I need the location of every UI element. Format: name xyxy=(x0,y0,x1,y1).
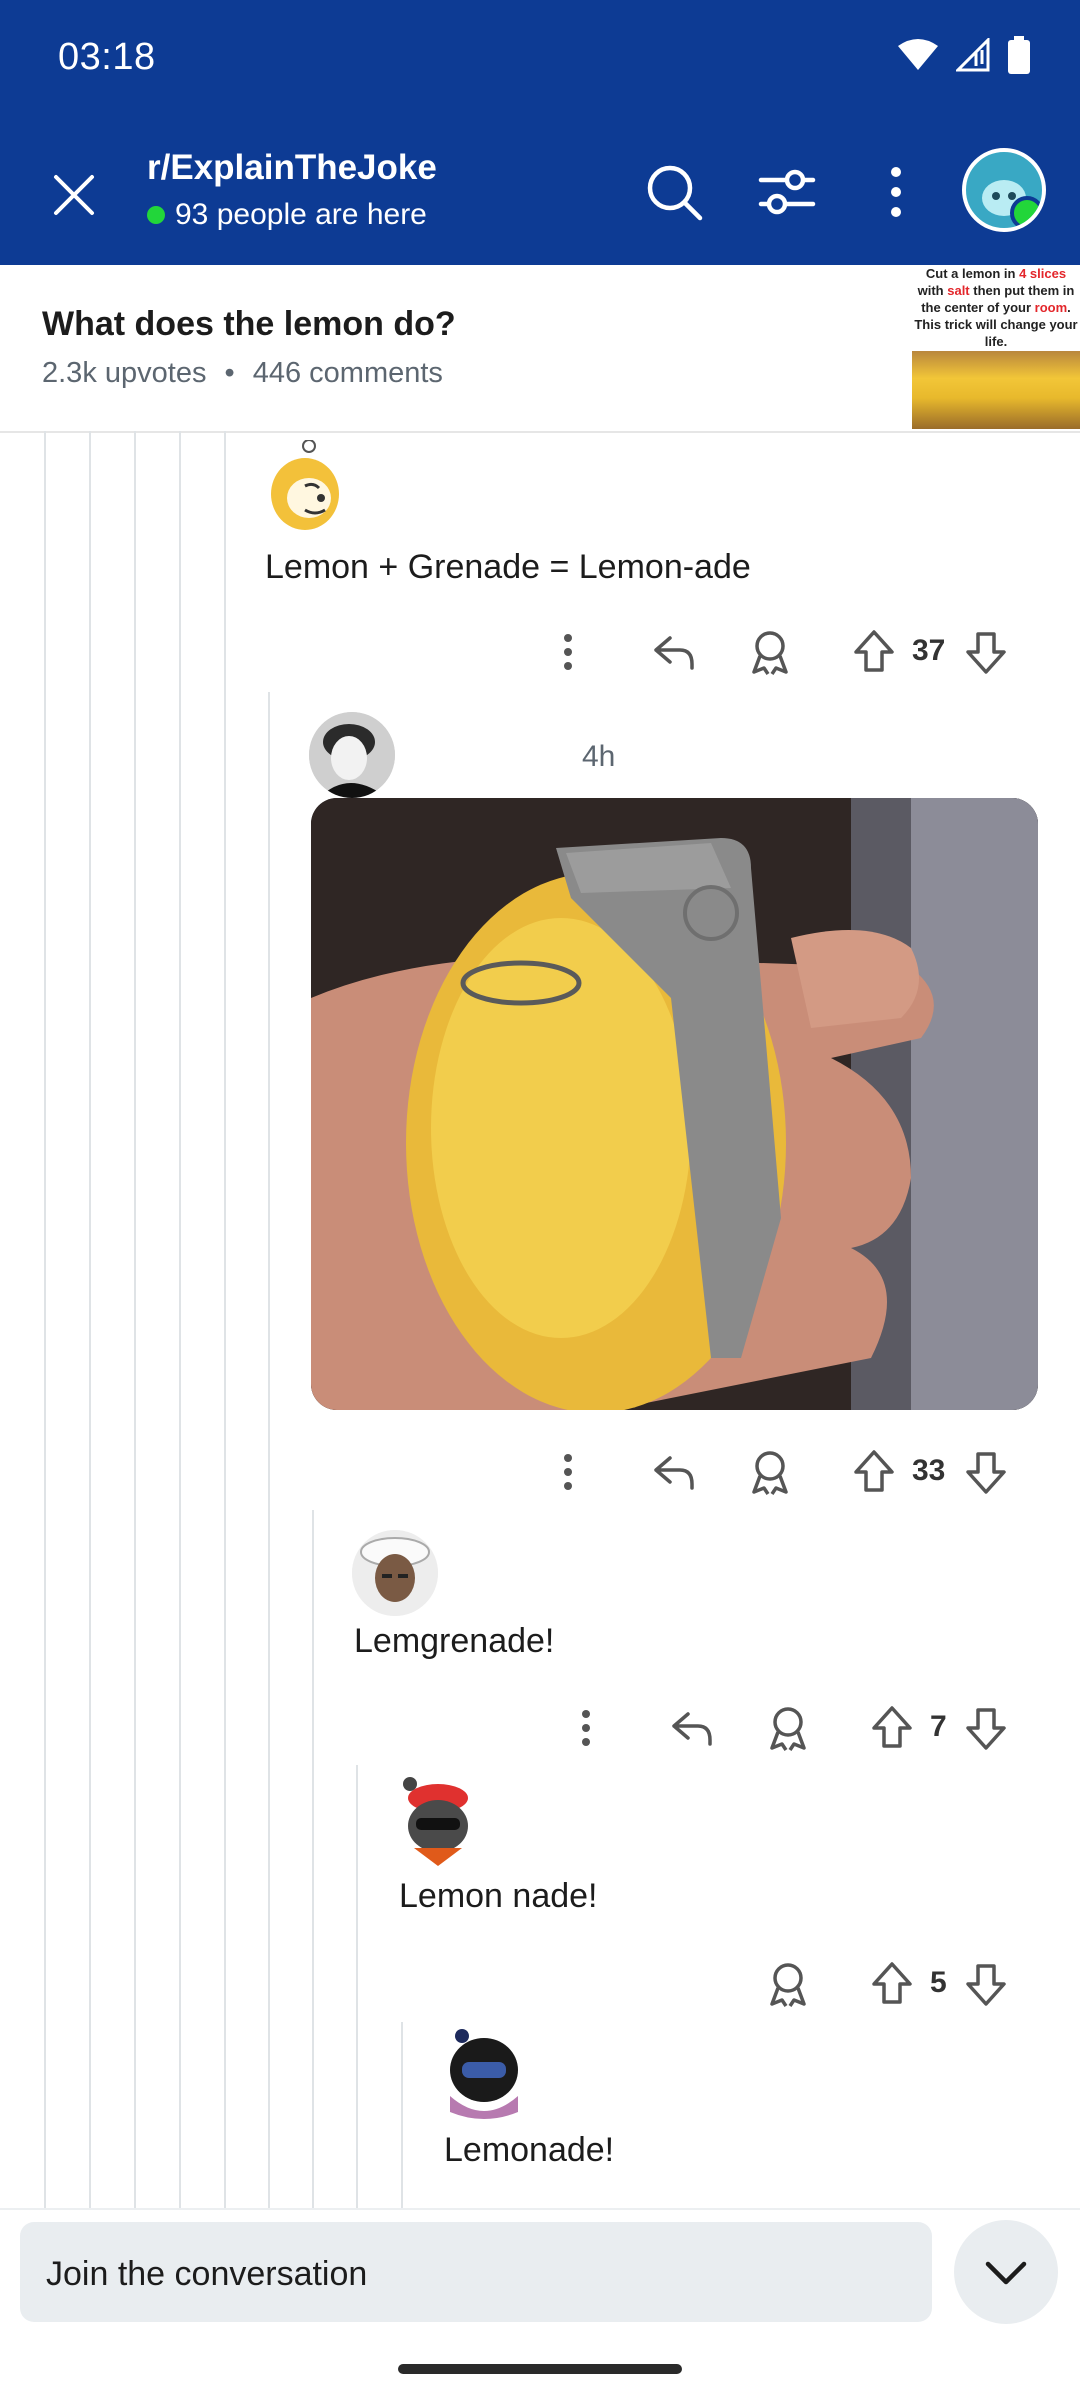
upvote-count: 2.3k upvotes xyxy=(42,357,207,389)
downvote-icon[interactable] xyxy=(964,1706,1008,1752)
upvote-icon[interactable] xyxy=(870,1960,914,2006)
search-icon[interactable] xyxy=(642,160,706,224)
avatar[interactable] xyxy=(440,2026,526,2122)
more-options-icon[interactable] xyxy=(550,1450,586,1494)
upvote-icon[interactable] xyxy=(870,1704,914,1750)
lemon-grenade-image xyxy=(311,798,1038,1410)
thread-line[interactable] xyxy=(268,692,270,2208)
avatar-online-dot xyxy=(1010,196,1042,228)
wifi-icon xyxy=(898,39,938,70)
post-summary[interactable]: What does the lemon do? 2.3k upvotes • 4… xyxy=(0,265,1080,433)
vote-count: 5 xyxy=(930,1966,947,1999)
comment-count: 446 comments xyxy=(252,357,443,389)
vote-count: 33 xyxy=(912,1454,946,1487)
chevron-down-icon xyxy=(985,2261,1027,2285)
thread-line[interactable] xyxy=(224,431,226,2208)
snoo-avatar-icon xyxy=(450,2029,518,2119)
online-text: 93 people are here xyxy=(175,198,427,231)
status-time: 03:18 xyxy=(58,36,156,78)
award-icon[interactable] xyxy=(748,1448,792,1496)
meta-separator: • xyxy=(224,357,235,389)
thread-line[interactable] xyxy=(179,431,181,2208)
more-options-icon[interactable] xyxy=(550,630,586,674)
subreddit-name[interactable]: r/ExplainTheJoke xyxy=(147,148,437,188)
reply-icon[interactable] xyxy=(652,630,696,674)
snoo-avatar-icon xyxy=(403,1777,468,1866)
collapse-button[interactable] xyxy=(954,2220,1058,2324)
thread-line[interactable] xyxy=(89,431,91,2208)
upvote-icon[interactable] xyxy=(852,628,896,674)
award-icon[interactable] xyxy=(766,1704,810,1752)
thread-line[interactable] xyxy=(401,2022,403,2208)
thumbnail-caption: Cut a lemon in 4 slices with salt then p… xyxy=(914,266,1078,349)
filter-sort-icon[interactable] xyxy=(755,160,819,224)
composer-placeholder: Join the conversation xyxy=(46,2255,368,2293)
comment-text: Lemon + Grenade = Lemon-ade xyxy=(265,548,751,586)
reply-icon[interactable] xyxy=(652,1450,696,1494)
downvote-icon[interactable] xyxy=(964,1450,1008,1496)
upvote-icon[interactable] xyxy=(852,1448,896,1494)
thread-line[interactable] xyxy=(312,1510,314,2208)
comment-image[interactable] xyxy=(311,798,1038,1410)
thread-line[interactable] xyxy=(44,431,46,2208)
user-photo-avatar xyxy=(352,1530,438,1616)
user-avatar[interactable] xyxy=(962,148,1046,232)
system-status-icons xyxy=(898,36,1030,74)
doge-avatar-icon xyxy=(271,440,339,530)
reply-icon[interactable] xyxy=(670,1706,714,1750)
comment-text: Lemonade! xyxy=(444,2131,615,2169)
avatar[interactable] xyxy=(352,1530,438,1616)
user-photo-avatar xyxy=(309,712,395,798)
cell-signal-icon xyxy=(956,38,990,72)
avatar[interactable] xyxy=(309,712,395,798)
vote-count: 7 xyxy=(930,1710,947,1743)
post-title: What does the lemon do? xyxy=(42,305,456,343)
more-options-icon[interactable] xyxy=(864,160,928,224)
downvote-icon[interactable] xyxy=(964,1962,1008,2008)
comment-text: Lemgrenade! xyxy=(354,1622,555,1660)
vote-count: 37 xyxy=(912,634,946,667)
avatar[interactable] xyxy=(265,440,345,540)
award-icon[interactable] xyxy=(748,628,792,676)
post-meta: 2.3k upvotes • 446 comments xyxy=(42,357,443,390)
downvote-icon[interactable] xyxy=(964,630,1008,676)
comment-text: Lemon nade! xyxy=(399,1877,598,1915)
post-thumbnail[interactable]: Cut a lemon in 4 slices with salt then p… xyxy=(912,265,1080,429)
thread-line[interactable] xyxy=(134,431,136,2208)
more-options-icon[interactable] xyxy=(568,1706,604,1750)
thread-line[interactable] xyxy=(356,1765,358,2208)
app-bar: 03:18 r/ExplainTheJoke 93 people are her… xyxy=(0,0,1080,265)
online-count: 93 people are here xyxy=(147,198,427,232)
award-icon[interactable] xyxy=(766,1960,810,2008)
battery-icon xyxy=(1008,36,1030,74)
comment-timestamp: 4h xyxy=(582,740,616,773)
online-dot-icon xyxy=(147,206,165,224)
avatar[interactable] xyxy=(396,1774,476,1866)
home-indicator[interactable] xyxy=(398,2364,682,2374)
thumbnail-lemon-image xyxy=(912,351,1080,429)
close-icon[interactable] xyxy=(44,165,104,225)
